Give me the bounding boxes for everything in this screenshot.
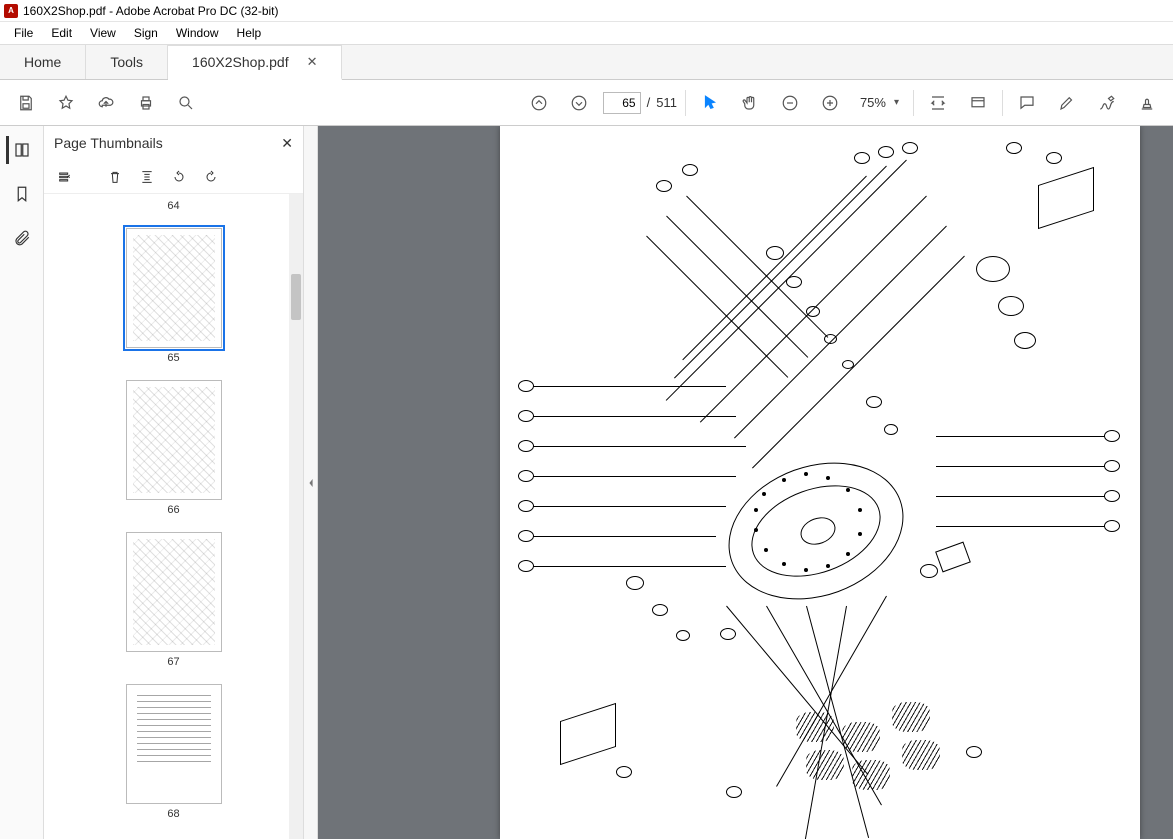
tab-document-label: 160X2Shop.pdf (192, 54, 289, 70)
find-button[interactable] (170, 87, 202, 119)
page-total: 511 (656, 95, 677, 110)
hand-tool-button[interactable] (734, 87, 766, 119)
scrollbar-handle[interactable] (291, 274, 301, 320)
tab-tools-label: Tools (110, 54, 143, 70)
window-title: 160X2Shop.pdf - Adobe Acrobat Pro DC (32… (23, 4, 279, 18)
tab-strip: Home Tools 160X2Shop.pdf ✕ (0, 44, 1173, 80)
rotate-ccw-button[interactable] (168, 166, 190, 188)
comment-button[interactable] (1011, 87, 1043, 119)
titlebar: A 160X2Shop.pdf - Adobe Acrobat Pro DC (… (0, 0, 1173, 22)
thumbnail-label: 68 (167, 808, 179, 820)
selection-tool-button[interactable] (694, 87, 726, 119)
print-button[interactable] (130, 87, 162, 119)
read-mode-button[interactable] (962, 87, 994, 119)
close-tab-icon[interactable]: ✕ (307, 54, 318, 70)
thumbnail-options-button[interactable] (54, 166, 76, 188)
pdf-page[interactable] (500, 126, 1140, 839)
toolbar-separator (685, 90, 686, 116)
delete-page-button[interactable] (104, 166, 126, 188)
page-down-button[interactable] (563, 87, 595, 119)
thumbnail-label: 64 (167, 200, 179, 212)
thumbnail-label: 65 (167, 352, 179, 364)
collapse-panel-button[interactable] (304, 126, 318, 839)
attachments-panel-button[interactable] (8, 224, 36, 252)
close-panel-button[interactable]: ✕ (281, 135, 293, 152)
tab-home[interactable]: Home (0, 45, 86, 79)
thumbnails-scrollbar[interactable] (289, 194, 303, 839)
chevron-down-icon: ▾ (894, 97, 899, 108)
menubar: File Edit View Sign Window Help (0, 22, 1173, 44)
app-icon: A (4, 4, 18, 18)
page-layout-button[interactable] (136, 166, 158, 188)
thumbnail-prev-label: 64 (44, 200, 303, 212)
thumbnails-panel-button[interactable] (6, 136, 34, 164)
thumbnail-page[interactable]: 67 (44, 532, 303, 668)
page-sep: / (647, 95, 651, 110)
main-area: Page Thumbnails ✕ 64 65 66 (0, 126, 1173, 839)
fit-width-button[interactable] (922, 87, 954, 119)
thumbnails-panel: Page Thumbnails ✕ 64 65 66 (44, 126, 304, 839)
thumbnail-label: 66 (167, 504, 179, 516)
menu-file[interactable]: File (6, 24, 41, 42)
left-nav-rail (0, 126, 44, 839)
toolbar-separator (913, 90, 914, 116)
thumbnail-page[interactable]: 68 (44, 684, 303, 820)
highlight-button[interactable] (1051, 87, 1083, 119)
zoom-value: 75% (860, 95, 886, 110)
rotate-cw-button[interactable] (200, 166, 222, 188)
cloud-share-button[interactable] (90, 87, 122, 119)
thumbnail-page[interactable]: 65 (44, 228, 303, 364)
star-button[interactable] (50, 87, 82, 119)
zoom-level-dropdown[interactable]: 75% ▾ (854, 95, 905, 110)
page-number-input[interactable] (603, 92, 641, 114)
exploded-view-figure (506, 136, 1134, 839)
menu-window[interactable]: Window (168, 24, 227, 42)
bookmarks-panel-button[interactable] (8, 180, 36, 208)
zoom-in-button[interactable] (814, 87, 846, 119)
menu-view[interactable]: View (82, 24, 124, 42)
thumbnails-toolbar (44, 160, 303, 194)
zoom-out-button[interactable] (774, 87, 806, 119)
menu-edit[interactable]: Edit (43, 24, 80, 42)
page-up-button[interactable] (523, 87, 555, 119)
document-viewport[interactable] (318, 126, 1173, 839)
thumbnails-title: Page Thumbnails (54, 135, 163, 151)
toolbar: / 511 75% ▾ (0, 80, 1173, 126)
thumbnail-page[interactable]: 66 (44, 380, 303, 516)
viewport-gutter (318, 126, 490, 839)
thumbnails-list[interactable]: 64 65 66 67 68 (44, 194, 303, 839)
menu-sign[interactable]: Sign (126, 24, 166, 42)
draw-sign-button[interactable] (1091, 87, 1123, 119)
tab-home-label: Home (24, 54, 61, 70)
menu-help[interactable]: Help (229, 24, 270, 42)
stamp-button[interactable] (1131, 87, 1163, 119)
thumbnail-label: 67 (167, 656, 179, 668)
tab-tools[interactable]: Tools (86, 45, 168, 79)
tab-document[interactable]: 160X2Shop.pdf ✕ (168, 45, 342, 80)
page-number-box: / 511 (603, 92, 677, 114)
save-button[interactable] (10, 87, 42, 119)
toolbar-separator (1002, 90, 1003, 116)
